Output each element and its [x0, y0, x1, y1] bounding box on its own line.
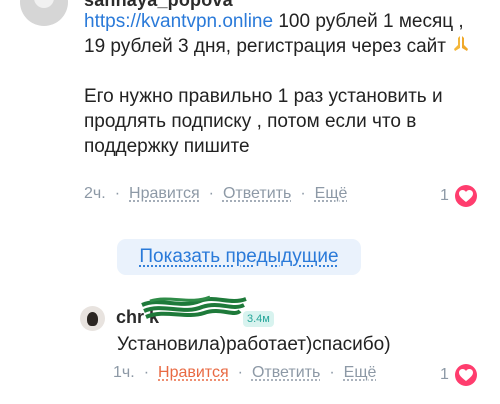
- separator-dot: ·: [300, 185, 306, 202]
- reply-time: 1ч.: [113, 364, 135, 381]
- reply-button[interactable]: Ответить: [223, 185, 291, 203]
- separator-dot: ·: [143, 364, 150, 381]
- more-button[interactable]: Ещё: [344, 364, 377, 382]
- heart-icon: [454, 185, 477, 207]
- reply-actions: 1ч. · Нравится · Ответить · Ещё: [113, 364, 376, 382]
- avatar[interactable]: [20, 0, 68, 26]
- comment-text: https://kvantvpn.online 100 рублей 1 мес…: [84, 9, 484, 159]
- comment-actions: 2ч. · Нравится · Ответить · Ещё: [84, 185, 347, 203]
- like-count: 1: [440, 187, 449, 204]
- comment-link[interactable]: https://kvantvpn.online: [84, 11, 273, 32]
- separator-dot: ·: [329, 364, 335, 381]
- more-button[interactable]: Ещё: [315, 185, 348, 203]
- like-button[interactable]: Нравится: [158, 364, 229, 382]
- praying-hands-icon: [454, 36, 469, 51]
- reply-text: Установила)работает)спасибо): [117, 334, 391, 355]
- show-previous-button[interactable]: Показать предыдущие: [117, 239, 361, 275]
- show-previous-label: Показать предыдущие: [139, 246, 339, 267]
- like-counter[interactable]: 1: [440, 185, 477, 207]
- separator-dot: ·: [114, 185, 121, 202]
- heart-icon: [454, 364, 477, 386]
- separator-dot: ·: [208, 185, 214, 202]
- reply-button[interactable]: Ответить: [252, 364, 320, 382]
- status-badge: 3.4м: [243, 311, 274, 327]
- like-button[interactable]: Нравится: [129, 185, 200, 203]
- comment-paragraph-2: Его нужно правильно 1 раз установить и п…: [84, 86, 448, 157]
- like-count: 1: [440, 366, 449, 383]
- separator-dot: ·: [237, 364, 243, 381]
- avatar[interactable]: [80, 306, 105, 331]
- redaction-scribble: [141, 295, 247, 319]
- comment-time: 2ч.: [84, 185, 106, 202]
- like-counter[interactable]: 1: [440, 364, 477, 386]
